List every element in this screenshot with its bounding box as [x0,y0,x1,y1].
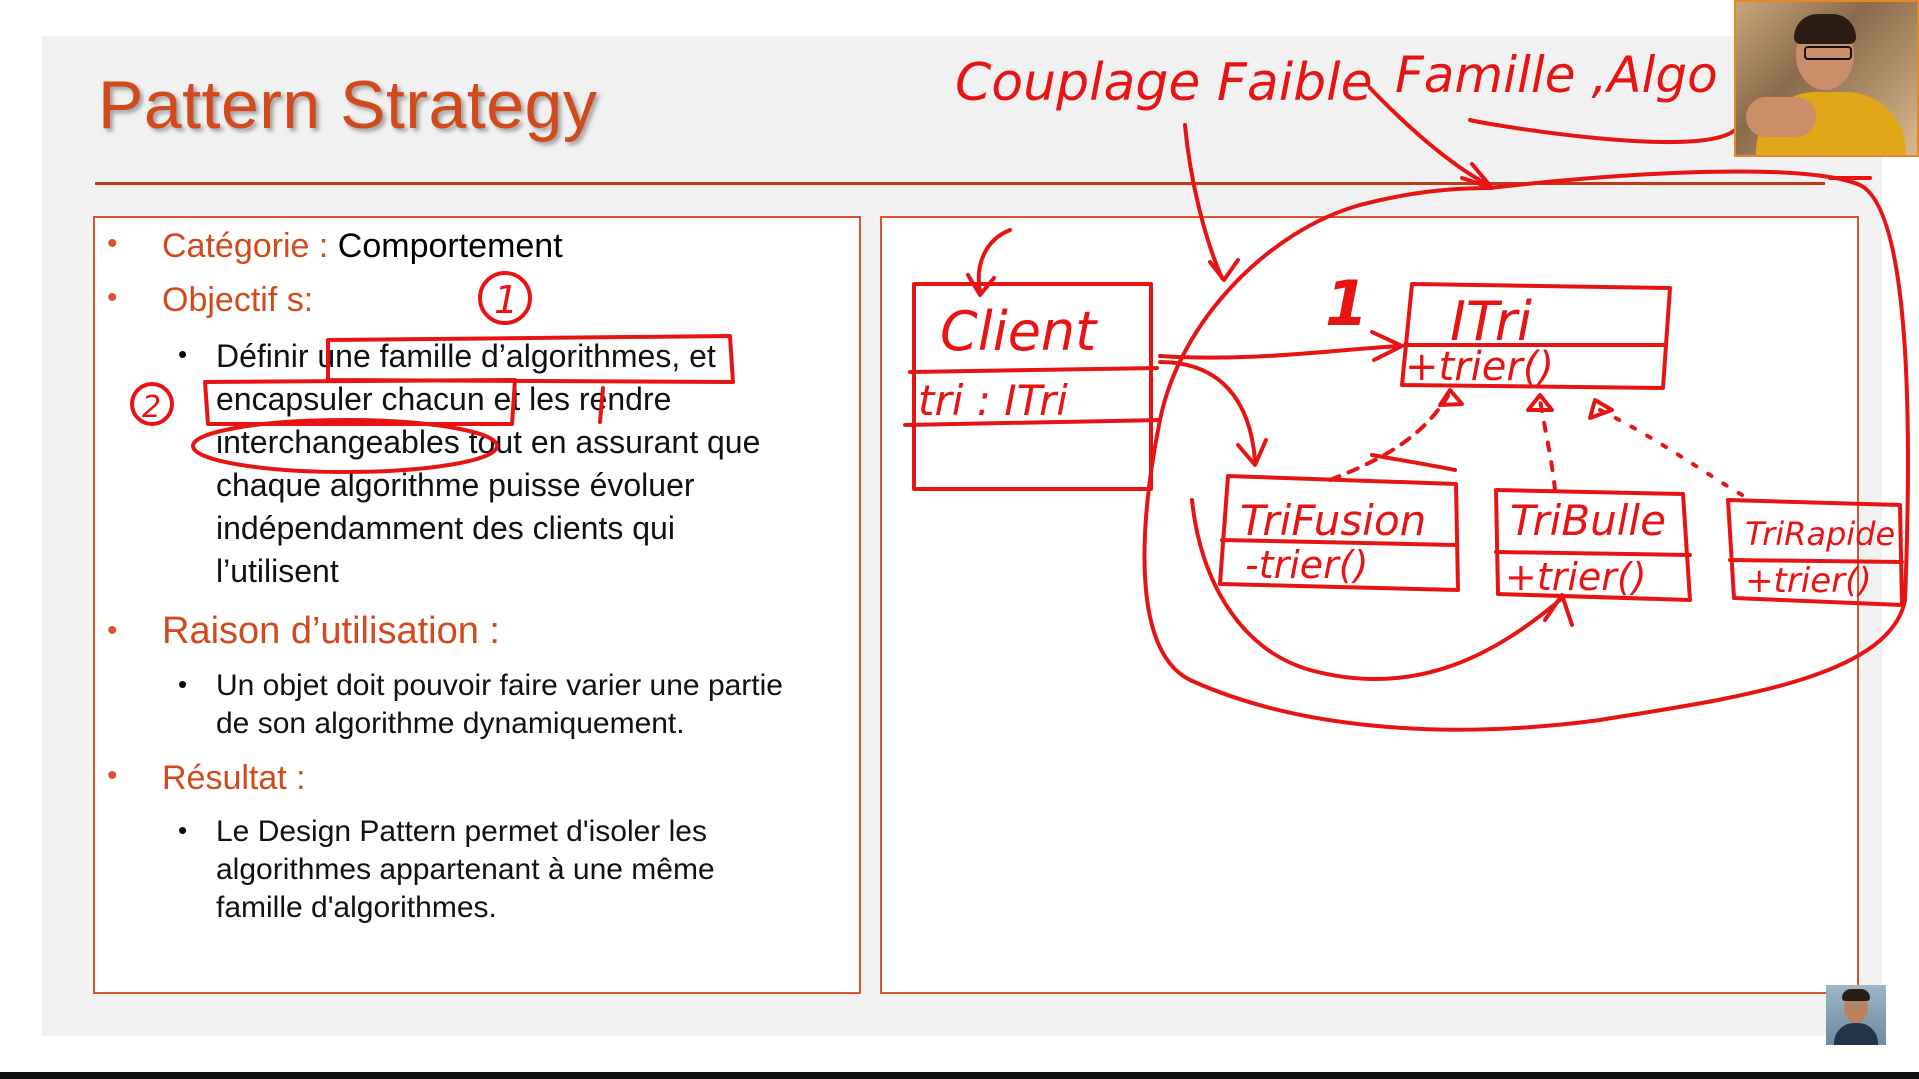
webcam-hand [1746,97,1816,137]
bottom-bar [0,1072,1919,1079]
categorie-label: Catégorie : [162,227,329,265]
thumbnail-body [1834,1023,1878,1045]
categorie-value: Comportement [337,227,563,265]
objectif-line-3: interchangeables tout en assurant que [216,424,761,460]
webcam-hair [1794,14,1856,44]
objectif-line: Objectif s: [162,279,313,322]
participant-thumbnail[interactable] [1826,985,1886,1045]
raison-line-2: de son algorithme dynamiquement. [216,707,685,740]
bullet-dot: • [107,281,118,314]
thumbnail-hair [1842,989,1870,1001]
objectif-line-2: encapsuler chacun et les rendre [216,381,672,417]
raison-text: Un objet doit pouvoir faire varier une p… [216,667,856,743]
presenter-webcam [1734,0,1919,157]
bullet-dot: • [107,227,118,260]
resultat-line-3: famille d'algorithmes. [216,891,497,924]
bullet-dot: • [107,614,118,647]
objectif-line-5: indépendamment des clients qui [216,510,675,546]
right-diagram-panel [880,216,1859,994]
raison-label: Raison d’utilisation : [162,610,500,652]
resultat-label: Résultat : [162,759,306,797]
objectif-line-1: Définir une famille d’algorithmes, et [216,338,716,374]
categorie-line: Catégorie : Comportement [162,225,563,268]
raison-line-1: Un objet doit pouvoir faire varier une p… [216,669,783,702]
sub-bullet-dot: • [178,339,188,369]
objectif-label: Objectif s: [162,281,314,319]
webcam-glasses [1804,46,1852,60]
objectif-text: Définir une famille d’algorithmes, et en… [216,335,856,593]
sub-bullet-dot: • [178,669,188,699]
sub-bullet-dot: • [178,815,188,845]
objectif-line-4: chaque algorithme puisse évoluer [216,467,695,503]
resultat-line: Résultat : [162,757,306,800]
resultat-line-1: Le Design Pattern permet d'isoler les [216,815,707,848]
bullet-dot: • [107,759,118,792]
raison-line: Raison d’utilisation : [162,610,500,654]
resultat-line-2: algorithmes appartenant à une même [216,853,715,886]
resultat-text: Le Design Pattern permet d'isoler les al… [216,813,856,927]
objectif-line-6: l’utilisent [216,553,339,589]
slide-title: Pattern Strategy [98,67,598,143]
title-divider [95,182,1825,185]
